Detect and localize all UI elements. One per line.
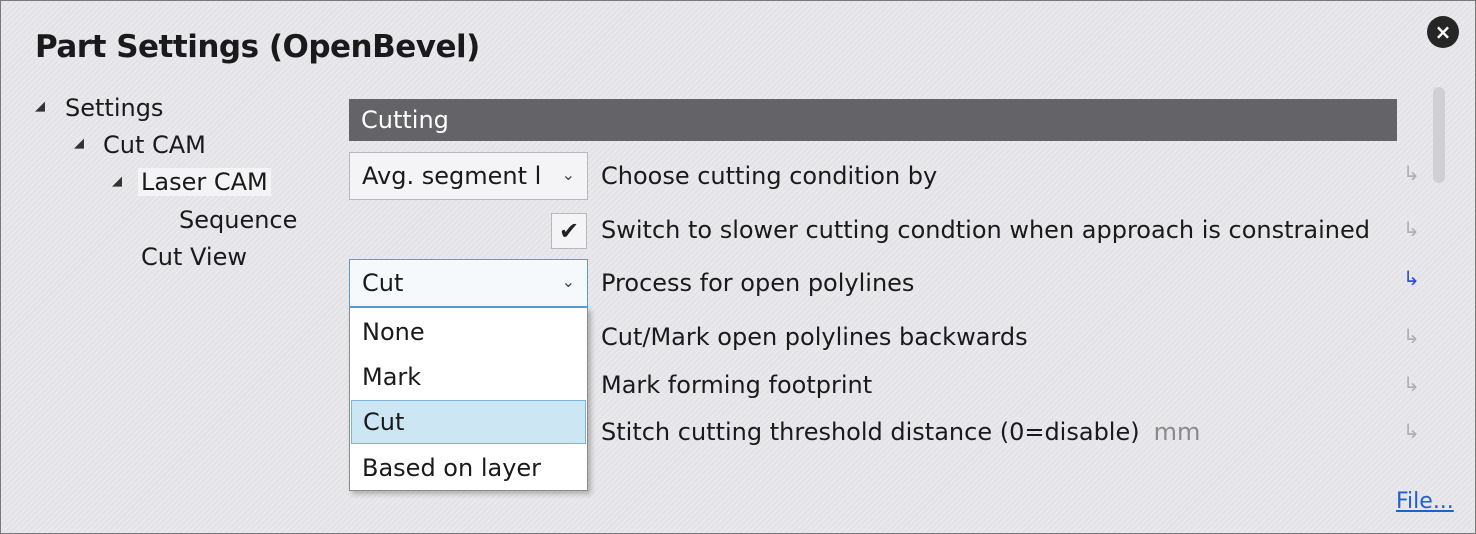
cutting-condition-combobox[interactable]: Avg. segment l ⌄ — [349, 152, 588, 200]
file-link[interactable]: File... — [1396, 489, 1454, 514]
dropdown-option-based-on-layer[interactable]: Based on layer — [351, 446, 586, 490]
part-settings-window: Part Settings (OpenBevel) × ◢ Settings ◢… — [0, 0, 1476, 534]
combobox-value: Cut — [362, 269, 404, 297]
tree-item-label: Sequence — [179, 206, 298, 234]
unit-label: mm — [1153, 418, 1201, 446]
dropdown-option-mark[interactable]: Mark — [351, 355, 586, 399]
stitch-threshold-text: Stitch cutting threshold distance (0=dis… — [601, 418, 1140, 446]
slower-condition-checkbox[interactable]: ✔ — [551, 213, 587, 249]
open-polylines-dropdown-list: None Mark Cut Based on layer — [349, 307, 588, 491]
tree-item-label: Cut View — [141, 243, 247, 271]
reset-default-icon[interactable]: ↳ — [1403, 217, 1420, 241]
chevron-down-icon: ⌄ — [561, 272, 575, 291]
close-icon[interactable]: × — [1427, 16, 1459, 48]
chevron-down-icon: ⌄ — [561, 165, 575, 184]
reset-default-icon[interactable]: ↳ — [1403, 419, 1420, 443]
reset-default-icon[interactable]: ↳ — [1403, 266, 1420, 290]
tree-item-settings[interactable]: Settings — [62, 94, 166, 122]
footprint-label: Mark forming footprint — [601, 371, 873, 399]
tree-item-cut-view[interactable]: Cut View — [138, 243, 250, 271]
stitch-threshold-label: Stitch cutting threshold distance (0=dis… — [601, 418, 1200, 446]
tree-item-label: Settings — [65, 94, 164, 122]
tree-item-label: Laser CAM — [138, 168, 271, 196]
section-header-cutting: Cutting — [349, 99, 1397, 141]
reset-default-icon[interactable]: ↳ — [1403, 324, 1420, 348]
open-polylines-combobox[interactable]: Cut ⌄ — [349, 259, 588, 307]
open-polylines-label: Process for open polylines — [601, 269, 915, 297]
expanded-arrow-icon[interactable]: ◢ — [112, 174, 122, 189]
tree-item-cut-cam[interactable]: Cut CAM — [100, 131, 209, 159]
reset-default-icon[interactable]: ↳ — [1403, 372, 1420, 396]
slower-condition-label: Switch to slower cutting condtion when a… — [601, 216, 1370, 244]
expanded-arrow-icon[interactable]: ◢ — [74, 136, 84, 151]
tree-item-label: Cut CAM — [103, 131, 206, 159]
dropdown-option-cut[interactable]: Cut — [351, 400, 586, 444]
reset-default-icon[interactable]: ↳ — [1403, 161, 1420, 185]
cutting-condition-label: Choose cutting condition by — [601, 162, 938, 190]
window-title: Part Settings (OpenBevel) — [35, 29, 480, 65]
backwards-label: Cut/Mark open polylines backwards — [601, 323, 1028, 351]
expanded-arrow-icon[interactable]: ◢ — [35, 99, 45, 114]
vertical-scrollbar[interactable] — [1433, 87, 1445, 183]
combobox-value: Avg. segment l — [362, 162, 542, 190]
checkmark-icon: ✔ — [558, 217, 580, 245]
dropdown-option-none[interactable]: None — [351, 310, 586, 354]
tree-item-laser-cam[interactable]: Laser CAM — [138, 168, 271, 196]
tree-item-sequence[interactable]: Sequence — [176, 206, 300, 234]
